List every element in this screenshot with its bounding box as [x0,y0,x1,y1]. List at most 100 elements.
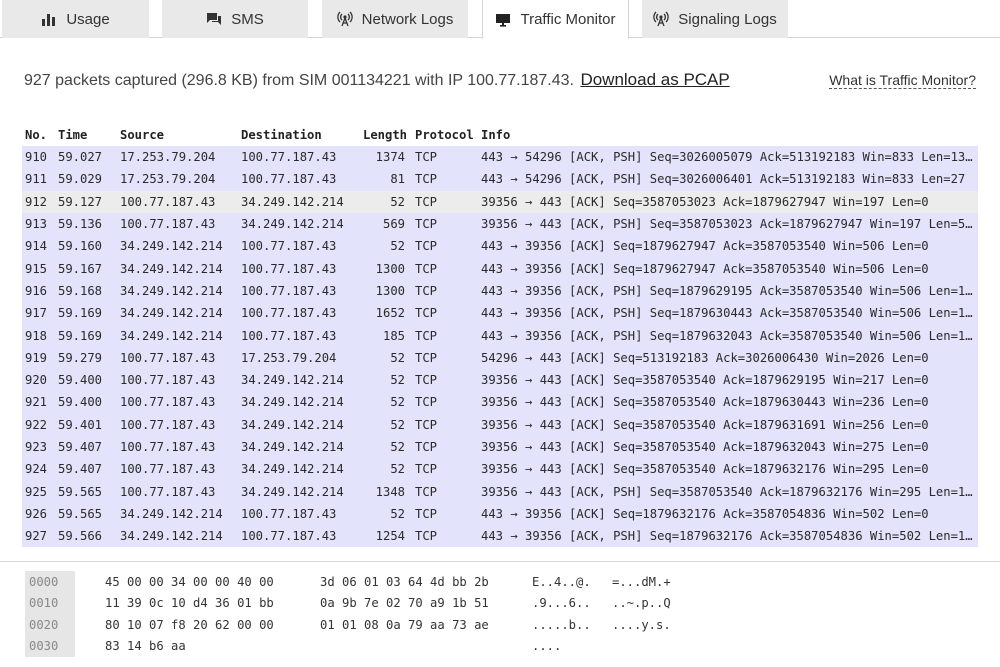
table-row[interactable]: 925 59.565 100.77.187.43 34.249.142.214 1348… [22,480,978,503]
cell-no: 917 [25,306,48,321]
cell-source: 100.77.187.43 [120,417,216,432]
cell-length: 52 [390,395,405,410]
hex-ascii: ....y.s. [612,617,671,632]
cell-source: 100.77.187.43 [120,462,216,477]
cell-no: 920 [25,373,48,388]
tab-sms[interactable]: SMS [162,0,308,38]
cell-protocol: TCP [415,462,438,477]
hex-offset: 0030 [25,635,75,657]
cell-no: 926 [25,506,48,521]
cell-source: 100.77.187.43 [120,484,216,499]
table-row[interactable]: 917 59.169 34.249.142.214 100.77.187.43 1652… [22,302,978,325]
cell-info: 39356 → 443 [ACK] Seq=3587053540 Ack=187… [481,440,929,454]
cell-no: 927 [25,529,48,544]
cell-protocol: TCP [415,328,438,343]
column-header-destination[interactable]: Destination [241,128,363,142]
table-row[interactable]: 911 59.029 17.253.79.204 100.77.187.43 81 TCP… [22,168,978,191]
cell-info: 39356 → 443 [ACK, PSH] Seq=3587053023 Ac… [481,217,978,232]
table-row[interactable]: 921 59.400 100.77.187.43 34.249.142.214 52 TC… [22,391,978,414]
cell-info: 39356 → 443 [ACK] Seq=3587053540 Ack=187… [481,373,929,388]
hex-bytes: 01 01 08 0a 79 aa 73 ae [320,617,489,632]
table-row[interactable]: 927 59.566 34.249.142.214 100.77.187.43 1254… [22,525,978,548]
download-pcap-link[interactable]: Download as PCAP [580,70,729,89]
tab-label: Signaling Logs [678,10,777,28]
cell-destination: 34.249.142.214 [241,417,344,432]
cell-time: 59.136 [58,217,103,232]
cell-info: 39356 → 443 [ACK, PSH] Seq=3587053540 Ac… [481,484,978,499]
tab-signaling-logs[interactable]: Signaling Logs [642,0,788,38]
cell-length: 52 [390,350,405,365]
cell-length: 1300 [375,283,405,298]
table-row[interactable]: 912 59.127 100.77.187.43 34.249.142.214 52 TC… [22,190,978,213]
cell-no: 915 [25,261,48,276]
cell-source: 17.253.79.204 [120,172,216,187]
hex-row: 0030 83 14 b6 aa.... [25,635,692,657]
cell-no: 911 [25,172,48,187]
monitor-icon [496,13,511,27]
cell-destination: 34.249.142.214 [241,395,344,410]
hex-dump: 0000 45 00 00 34 00 00 40 00 3d 06 01 03 6… [25,571,692,657]
cell-destination: 34.249.142.214 [241,462,344,477]
column-header-info[interactable]: Info [481,128,978,142]
column-header-time[interactable]: Time [58,128,120,142]
cell-destination: 17.253.79.204 [241,350,337,365]
cell-length: 52 [390,440,405,454]
table-row[interactable]: 916 59.168 34.249.142.214 100.77.187.43 1300… [22,279,978,303]
cell-info: 54296 → 443 [ACK] Seq=513192183 Ack=3026… [481,350,929,365]
hex-offset: 0000 [25,571,75,593]
table-row[interactable]: 923 59.407 100.77.187.43 34.249.142.214 52 TC… [22,435,978,459]
cell-length: 1348 [375,484,405,499]
tab-network-logs[interactable]: Network Logs [322,0,468,38]
table-row[interactable]: 918 59.169 34.249.142.214 100.77.187.43 185 T… [22,324,978,347]
tab-label: Network Logs [361,10,454,28]
cell-info: 443 → 39356 [ACK, PSH] Seq=1879629195 Ac… [481,283,978,298]
cell-destination: 34.249.142.214 [241,217,344,232]
table-row[interactable]: 914 59.160 34.249.142.214 100.77.187.43 52 TC… [22,235,978,258]
tab-label: Usage [66,10,110,28]
antenna-icon [336,11,353,27]
table-header: No. Time Source Destination Length Proto… [22,124,978,146]
hex-row: 0000 45 00 00 34 00 00 40 00 3d 06 01 03 6… [25,571,692,593]
tab-traffic-monitor[interactable]: Traffic Monitor [482,0,629,39]
cell-length: 52 [390,506,405,521]
table-row[interactable]: 924 59.407 100.77.187.43 34.249.142.214 52 TC… [22,458,978,481]
table-row[interactable]: 910 59.027 17.253.79.204 100.77.187.43 1374 T… [22,146,978,169]
table-row[interactable]: 926 59.565 34.249.142.214 100.77.187.43 52 TC… [22,502,978,526]
tab-usage[interactable]: Usage [2,0,149,38]
cell-source: 34.249.142.214 [120,261,223,276]
cell-no: 923 [25,440,48,454]
packet-rows: 910 59.027 17.253.79.204 100.77.187.43 1374 T… [22,146,978,548]
cell-no: 912 [25,194,48,209]
table-row[interactable]: 913 59.136 100.77.187.43 34.249.142.214 569 T… [22,212,978,236]
hex-bytes: 0a 9b 7e 02 70 a9 1b 51 [320,596,489,611]
cell-time: 59.565 [58,484,103,499]
table-row[interactable]: 922 59.401 100.77.187.43 34.249.142.214 52 TC… [22,413,978,436]
antenna-icon [653,11,670,27]
cell-destination: 100.77.187.43 [241,172,337,187]
cell-protocol: TCP [415,217,438,232]
cell-info: 39356 → 443 [ACK] Seq=3587053540 Ack=187… [481,395,929,410]
column-header-source[interactable]: Source [120,128,241,142]
cell-time: 59.407 [58,440,103,454]
column-header-length[interactable]: Length [363,128,411,142]
hex-bytes: 11 39 0c 10 d4 36 01 bb [105,596,274,611]
table-row[interactable]: 919 59.279 100.77.187.43 17.253.79.204 52 TCP… [22,346,978,369]
table-row[interactable]: 920 59.400 100.77.187.43 34.249.142.214 52 TC… [22,368,978,392]
hex-bytes: 83 14 b6 aa [105,639,186,654]
cell-protocol: TCP [415,172,438,187]
cell-source: 34.249.142.214 [120,529,223,544]
cell-protocol: TCP [415,484,438,499]
cell-source: 34.249.142.214 [120,283,223,298]
cell-time: 59.127 [58,194,103,209]
column-header-protocol[interactable]: Protocol [411,128,481,142]
cell-destination: 100.77.187.43 [241,239,337,254]
cell-protocol: TCP [415,283,438,298]
hex-row: 0010 11 39 0c 10 d4 36 01 bb 0a 9b 7e 02 7… [25,592,692,614]
cell-info: 39356 → 443 [ACK] Seq=3587053540 Ack=187… [481,462,929,477]
cell-time: 59.029 [58,172,103,187]
tab-label: Traffic Monitor [520,11,616,28]
column-header-no[interactable]: No. [22,128,58,142]
help-link[interactable]: What is Traffic Monitor? [829,72,976,89]
cell-no: 925 [25,484,48,499]
table-row[interactable]: 915 59.167 34.249.142.214 100.77.187.43 1300… [22,257,978,280]
